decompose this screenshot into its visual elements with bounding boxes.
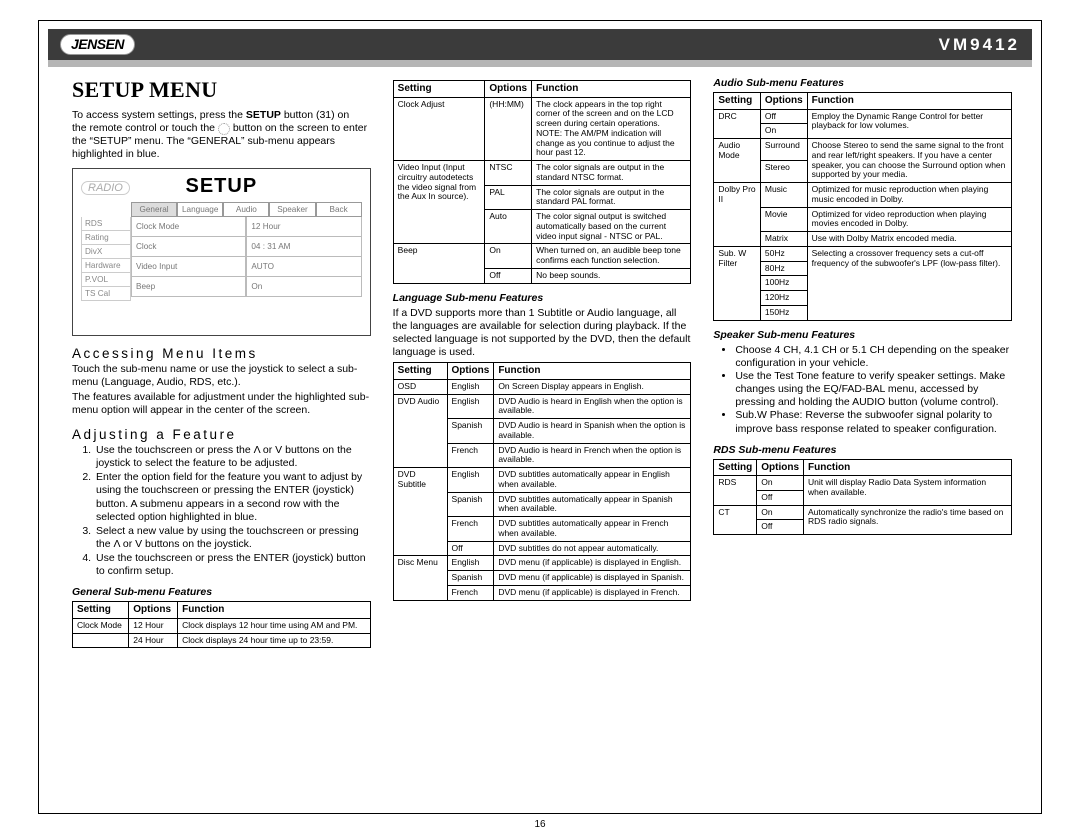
- setup-screen-illustration: RADIO SETUP General Language Audio Speak…: [72, 168, 371, 336]
- language-table: SettingOptionsFunction OSDEnglishOn Scre…: [393, 362, 692, 601]
- intro-text: To access system settings, press the SET…: [72, 109, 371, 162]
- tab-general: General: [131, 202, 177, 217]
- rds-table: SettingOptionsFunction RDSOnUnit will di…: [713, 459, 1012, 536]
- setup-center-grid: Clock Mode12 Hour Clock04 : 31 AM Video …: [131, 217, 362, 301]
- tab-speaker: Speaker: [269, 202, 315, 217]
- brand-logo: JENSEN: [60, 34, 135, 55]
- language-submenu-heading: Language Sub-menu Features: [393, 292, 692, 304]
- page-title: Setup Menu: [72, 77, 371, 103]
- header-bar: JENSEN VM9412: [48, 29, 1032, 60]
- adjusting-heading: Adjusting a Feature: [72, 427, 371, 442]
- radio-label: RADIO: [81, 181, 130, 195]
- column-3: Audio Sub-menu Features SettingOptionsFu…: [713, 77, 1012, 787]
- audio-table: SettingOptionsFunction DRCOffEmploy the …: [713, 92, 1012, 321]
- adjusting-steps: Use the touchscreen or press the Λ or V …: [72, 444, 371, 578]
- general-submenu-heading: General Sub-menu Features: [72, 586, 371, 598]
- setup-side-list: RDS Rating DivX Hardware P.VOL TS Cal: [81, 217, 131, 301]
- audio-submenu-heading: Audio Sub-menu Features: [713, 77, 1012, 89]
- general-table-part2: SettingOptionsFunction Clock Adjust(HH:M…: [393, 80, 692, 284]
- model-number: VM9412: [939, 35, 1020, 55]
- setup-tabs: General Language Audio Speaker Back: [131, 202, 362, 217]
- rds-submenu-heading: RDS Sub-menu Features: [713, 444, 1012, 456]
- tab-audio: Audio: [223, 202, 269, 217]
- tab-language: Language: [177, 202, 223, 217]
- accessing-text-2: The features available for adjustment un…: [72, 391, 371, 417]
- general-table-part1: SettingOptionsFunction Clock Mode12 Hour…: [72, 601, 371, 648]
- header-divider: [48, 60, 1032, 67]
- page-number: 16: [0, 819, 1080, 830]
- accessing-text-1: Touch the sub-menu name or use the joyst…: [72, 363, 371, 389]
- accessing-heading: Accessing Menu Items: [72, 346, 371, 361]
- speaker-bullets: Choose 4 CH, 4.1 CH or 5.1 CH depending …: [713, 344, 1012, 436]
- speaker-submenu-heading: Speaker Sub-menu Features: [713, 329, 1012, 341]
- column-1: Setup Menu To access system settings, pr…: [72, 77, 371, 787]
- language-intro: If a DVD supports more than 1 Subtitle o…: [393, 307, 692, 360]
- column-2: SettingOptionsFunction Clock Adjust(HH:M…: [393, 77, 692, 787]
- gear-icon: [218, 123, 230, 135]
- tab-back: Back: [316, 202, 362, 217]
